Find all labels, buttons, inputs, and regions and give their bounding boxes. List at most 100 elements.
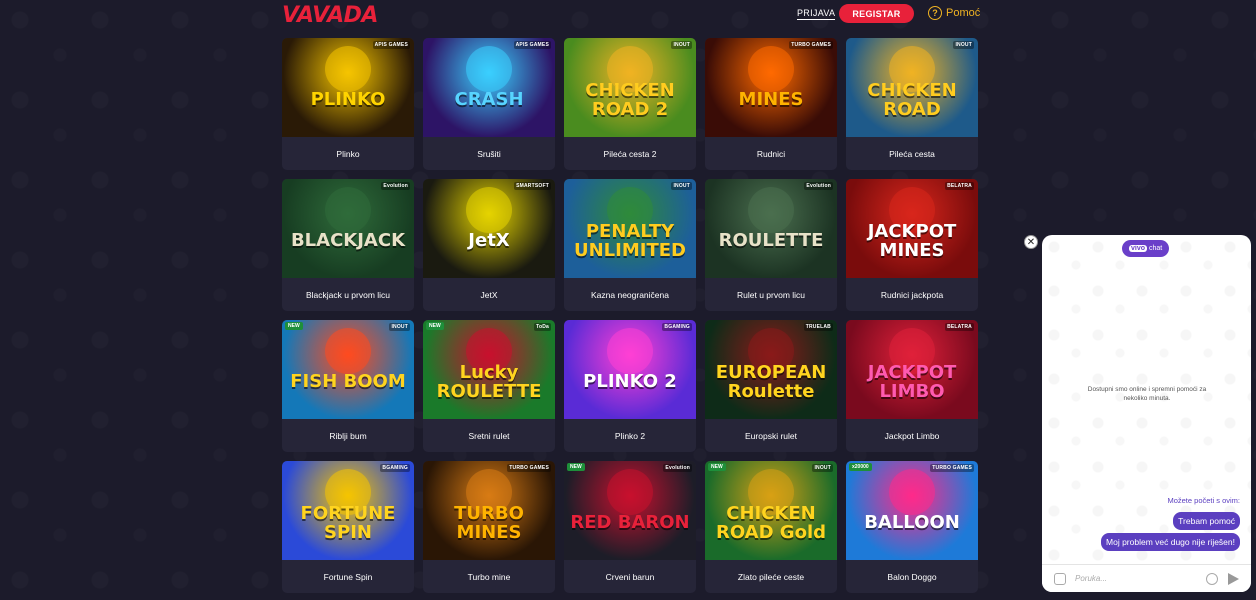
game-art-title: CHICKEN ROAD Gold [715,502,826,543]
game-title[interactable]: Srušiti [423,137,555,170]
game-card[interactable]: CHICKEN ROAD Gold INOUT NEW Zlato pileće ce… [705,461,837,593]
chat-start-label: Možete početi s ovim: [1167,496,1240,505]
game-card[interactable]: JACKPOT MINES BELATRA Rudnici jackpota [846,179,978,311]
game-card[interactable]: RED BARON Evolution NEW Crveni barun [564,461,696,593]
game-art-title: PLINKO 2 [583,371,677,393]
game-thumbnail[interactable]: BLACKJACK Evolution [282,179,414,278]
game-title[interactable]: Sretni rulet [423,419,555,452]
game-thumbnail[interactable]: CRASH APIS GAMES [423,38,555,137]
game-card[interactable]: PLINKO 2 BGAMING Plinko 2 [564,320,696,452]
provider-badge: TURBO GAMES [789,41,833,49]
game-title[interactable]: Europski rulet [705,419,837,452]
game-title[interactable]: Fortune Spin [282,560,414,593]
game-card[interactable]: BLACKJACK Evolution Blackjack u prvom licu [282,179,414,311]
game-thumbnail[interactable]: Lucky ROULETTE ToDa NEW [423,320,555,419]
game-title[interactable]: Blackjack u prvom licu [282,278,414,311]
vavada-logo[interactable]: VAVADA [282,3,378,28]
game-title[interactable]: Crveni barun [564,560,696,593]
game-card[interactable]: TURBO MINES TURBO GAMES Turbo mine [423,461,555,593]
game-card[interactable]: JetX SMARTSOFT JetX [423,179,555,311]
game-title[interactable]: Pileća cesta [846,137,978,170]
game-thumbnail[interactable]: RED BARON Evolution NEW [564,461,696,560]
game-title[interactable]: Pileća cesta 2 [564,137,696,170]
chat-input-bar: Poruka... [1042,564,1251,592]
help-button[interactable]: ? Pomoć [928,6,980,20]
game-thumbnail[interactable]: PENALTY UNLIMITED INOUT [564,179,696,278]
thumbnail-decoration [607,328,653,374]
game-title[interactable]: Zlato pileće ceste [705,560,837,593]
game-card[interactable]: JACKPOT LIMBO BELATRA Jackpot Limbo [846,320,978,452]
game-art-title: FORTUNE SPIN [300,502,396,543]
game-title[interactable]: Plinko 2 [564,419,696,452]
new-badge: NEW [567,463,585,471]
emoji-icon[interactable] [1206,572,1218,585]
game-card[interactable]: CHICKEN ROAD INOUT Pileća cesta [846,38,978,170]
game-art-title: PENALTY UNLIMITED [574,220,686,261]
chat-close-icon[interactable]: ✕ [1024,235,1038,249]
game-card[interactable]: CRASH APIS GAMES Srušiti [423,38,555,170]
game-title[interactable]: Turbo mine [423,560,555,593]
send-icon[interactable] [1228,572,1239,585]
game-title[interactable]: Balon Doggo [846,560,978,593]
game-art-title: BALLOON [864,512,960,534]
game-thumbnail[interactable]: CHICKEN ROAD INOUT [846,38,978,137]
game-title[interactable]: Rulet u prvom licu [705,278,837,311]
game-title[interactable]: Plinko [282,137,414,170]
game-thumbnail[interactable]: TURBO MINES TURBO GAMES [423,461,555,560]
game-card[interactable]: FORTUNE SPIN BGAMING Fortune Spin [282,461,414,593]
quick-reply-need-help[interactable]: Trebam pomoć [1173,512,1240,530]
game-thumbnail[interactable]: JACKPOT MINES BELATRA [846,179,978,278]
game-thumbnail[interactable]: PLINKO APIS GAMES [282,38,414,137]
game-thumbnail[interactable]: PLINKO 2 BGAMING [564,320,696,419]
game-card[interactable]: PLINKO APIS GAMES Plinko [282,38,414,170]
provider-badge: TURBO GAMES [507,464,551,472]
attachment-icon[interactable] [1054,572,1066,585]
provider-badge: INOUT [671,41,692,49]
vivochat-logo-suffix: chat [1149,245,1163,252]
game-card[interactable]: BALLOON TURBO GAMES x20000 Balon Doggo [846,461,978,593]
provider-badge: BGAMING [662,323,692,331]
game-thumbnail[interactable]: JACKPOT LIMBO BELATRA [846,320,978,419]
game-thumbnail[interactable]: JetX SMARTSOFT [423,179,555,278]
game-card[interactable]: MINES TURBO GAMES Rudnici [705,38,837,170]
provider-badge: INOUT [812,464,833,472]
game-thumbnail[interactable]: MINES TURBO GAMES [705,38,837,137]
chat-widget: vivo chat Dostupni smo online i spremni … [1042,235,1251,592]
provider-badge: APIS GAMES [372,41,410,49]
game-thumbnail[interactable]: FISH BOOM INOUT NEW [282,320,414,419]
game-thumbnail[interactable]: EUROPEAN Roulette TRUELAB [705,320,837,419]
thumbnail-decoration [748,46,794,92]
provider-badge: ToDa [534,323,551,331]
game-art-title: CHICKEN ROAD 2 [585,79,675,120]
game-title[interactable]: Kazna neograničena [564,278,696,311]
register-button[interactable]: REGISTAR [839,4,914,23]
game-title[interactable]: Rudnici [705,137,837,170]
game-card[interactable]: ROULETTE Evolution Rulet u prvom licu [705,179,837,311]
game-thumbnail[interactable]: CHICKEN ROAD 2 INOUT [564,38,696,137]
login-link[interactable]: PRIJAVA [797,8,836,20]
game-title[interactable]: Riblji bum [282,419,414,452]
game-title[interactable]: Jackpot Limbo [846,419,978,452]
game-title[interactable]: JetX [423,278,555,311]
game-card[interactable]: FISH BOOM INOUT NEW Riblji bum [282,320,414,452]
game-title[interactable]: Rudnici jackpota [846,278,978,311]
game-art-title: CRASH [454,89,524,111]
thumbnail-decoration [748,187,794,233]
thumbnail-decoration [325,328,371,374]
game-card[interactable]: EUROPEAN Roulette TRUELAB Europski rulet [705,320,837,452]
game-thumbnail[interactable]: FORTUNE SPIN BGAMING [282,461,414,560]
game-thumbnail[interactable]: CHICKEN ROAD Gold INOUT NEW [705,461,837,560]
thumbnail-decoration [889,469,935,515]
game-art-title: CHICKEN ROAD [867,79,957,120]
game-art-title: BLACKJACK [290,230,406,252]
game-thumbnail[interactable]: ROULETTE Evolution [705,179,837,278]
game-card[interactable]: Lucky ROULETTE ToDa NEW Sretni rulet [423,320,555,452]
game-card[interactable]: CHICKEN ROAD 2 INOUT Pileća cesta 2 [564,38,696,170]
game-thumbnail[interactable]: BALLOON TURBO GAMES x20000 [846,461,978,560]
game-card[interactable]: PENALTY UNLIMITED INOUT Kazna neograničena [564,179,696,311]
quick-reply-unresolved[interactable]: Moj problem već dugo nije riješen! [1101,533,1240,551]
provider-badge: INOUT [953,41,974,49]
chat-message-input[interactable]: Poruka... [1075,574,1206,583]
game-art-title: RED BARON [570,512,690,534]
provider-badge: INOUT [671,182,692,190]
